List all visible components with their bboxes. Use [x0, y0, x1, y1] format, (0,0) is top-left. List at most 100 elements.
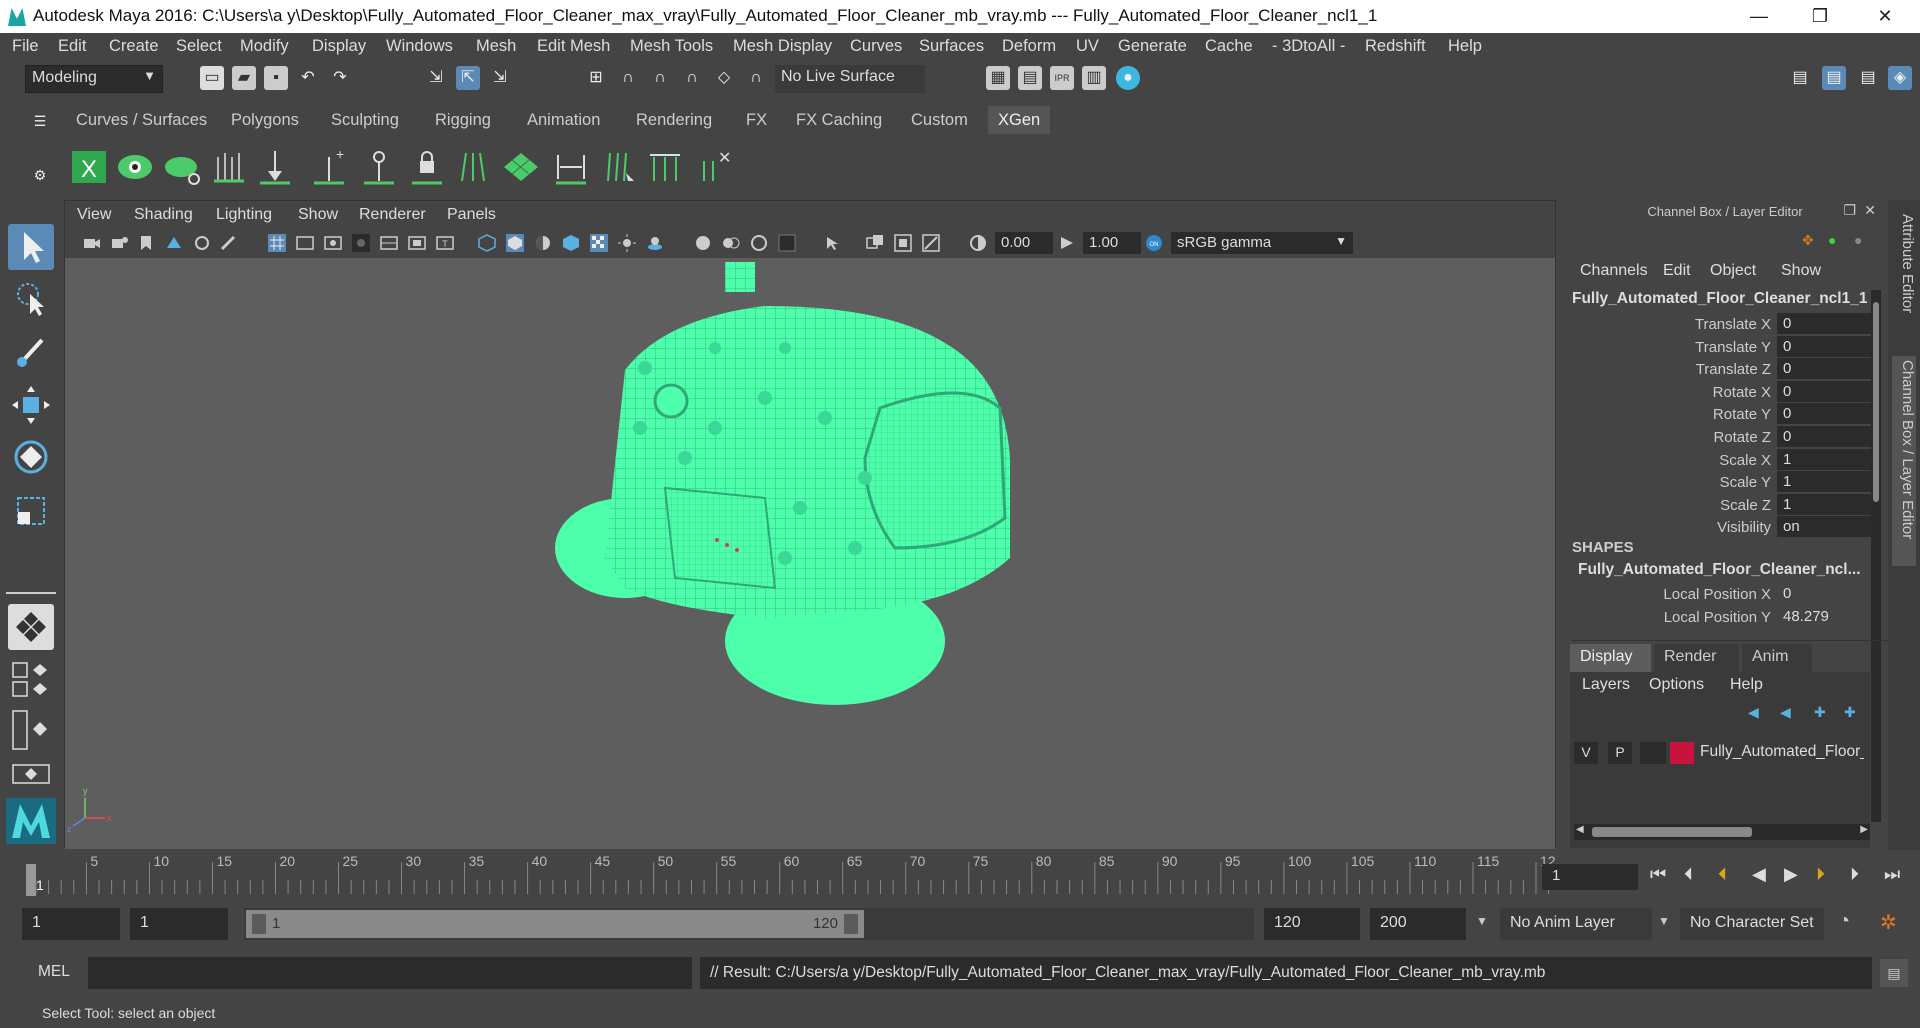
- guide-spread-icon[interactable]: [454, 147, 492, 187]
- scale-tool-icon[interactable]: [8, 488, 54, 534]
- range-bar[interactable]: 1 120: [244, 908, 1254, 940]
- attr-value-field[interactable]: 48.279: [1777, 606, 1871, 627]
- menu-deform[interactable]: Deform: [1002, 37, 1056, 56]
- color-management-icon[interactable]: ON: [1145, 234, 1163, 252]
- menu-modify[interactable]: Modify: [240, 37, 289, 56]
- attr-value-field[interactable]: 1: [1777, 471, 1871, 493]
- command-input[interactable]: [88, 957, 692, 989]
- auto-key-icon[interactable]: ◔: [1838, 910, 1850, 933]
- default-material-icon[interactable]: [534, 234, 552, 252]
- playback-end-field[interactable]: 120: [1264, 908, 1360, 940]
- anti-aliasing-icon[interactable]: [750, 234, 768, 252]
- play-backwards-icon[interactable]: ◀: [1752, 864, 1766, 885]
- gate-mask-icon[interactable]: [352, 234, 370, 252]
- close-button[interactable]: ✕: [1862, 2, 1908, 30]
- layer-playback-toggle[interactable]: P: [1608, 742, 1632, 764]
- layer-menu-options[interactable]: Options: [1649, 676, 1704, 694]
- safe-title-icon[interactable]: T: [436, 234, 454, 252]
- render-view-icon[interactable]: ▦: [986, 66, 1010, 90]
- grease-pencil-icon[interactable]: [219, 234, 237, 252]
- playback-start-field[interactable]: 1: [130, 908, 228, 940]
- step-forward-frame-icon[interactable]: ⏵: [1850, 864, 1859, 885]
- script-language-toggle[interactable]: MEL: [38, 963, 70, 981]
- layer-name[interactable]: Fully_Automated_Floor_C: [1700, 743, 1864, 761]
- shape-attr-row[interactable]: Local Position X 0: [1566, 583, 1871, 605]
- anim-layer-dropdown[interactable]: No Anim Layer: [1500, 908, 1652, 940]
- attr-row[interactable]: Rotate Y 0: [1566, 403, 1871, 425]
- exposure-field[interactable]: 0.00: [995, 232, 1053, 254]
- tab-curves-surfaces[interactable]: Curves / Surfaces: [66, 106, 217, 134]
- tab-animation[interactable]: Animation: [517, 106, 610, 134]
- gear-icon[interactable]: ⚙: [28, 163, 52, 187]
- go-to-start-icon[interactable]: ⏮: [1650, 864, 1666, 885]
- redo-icon[interactable]: ↷: [328, 66, 352, 90]
- menu-redshift[interactable]: Redshift: [1365, 37, 1426, 56]
- attr-row[interactable]: Translate Z 0: [1566, 358, 1871, 380]
- lasso-tool-icon[interactable]: [8, 276, 54, 322]
- tab-fx[interactable]: FX: [736, 106, 777, 134]
- menu-mesh[interactable]: Mesh: [476, 37, 516, 56]
- persp-graph-layout-icon[interactable]: [12, 764, 50, 784]
- tab-display[interactable]: Display: [1570, 644, 1651, 672]
- menu-display[interactable]: Display: [312, 37, 366, 56]
- chevron-down-icon[interactable]: ▼: [1658, 914, 1670, 928]
- shelf-menu-icon[interactable]: ☰: [28, 109, 52, 133]
- eye-icon[interactable]: [116, 147, 154, 187]
- camera-attributes-icon[interactable]: [111, 234, 129, 252]
- bookmark-icon[interactable]: [137, 234, 155, 252]
- end-time-field[interactable]: 200: [1370, 908, 1466, 940]
- tab-attribute-editor[interactable]: Attribute Editor: [1892, 214, 1916, 313]
- key-icon[interactable]: ✥: [1802, 232, 1814, 249]
- attr-row[interactable]: Translate Y 0: [1566, 335, 1871, 358]
- attr-value-field[interactable]: 0: [1777, 426, 1871, 447]
- menu-3dtoall[interactable]: - 3DtoAll -: [1272, 37, 1345, 56]
- hide-channel-icon[interactable]: ●: [1854, 232, 1862, 248]
- floor-cleaner-mesh[interactable]: y x z: [65, 258, 1557, 849]
- xray-icon[interactable]: [866, 234, 884, 252]
- single-view-layout-icon[interactable]: [8, 604, 54, 650]
- menu-help[interactable]: Help: [1448, 37, 1482, 56]
- channel-box-toggle-icon[interactable]: ▤: [1822, 66, 1846, 90]
- isolate-select-icon[interactable]: [824, 234, 842, 252]
- rotate-tool-icon[interactable]: [8, 434, 54, 480]
- tab-channel-box-layer-editor[interactable]: Channel Box / Layer Editor: [1892, 356, 1916, 566]
- four-view-layout-icon[interactable]: [12, 662, 50, 698]
- attr-value-field[interactable]: 1: [1777, 448, 1871, 470]
- new-scene-icon[interactable]: ▭: [200, 66, 224, 90]
- maximize-button[interactable]: ❐: [1797, 2, 1843, 30]
- channel-box-scrollbar[interactable]: [1871, 290, 1881, 822]
- gamma-field[interactable]: 1.00: [1083, 232, 1141, 254]
- start-time-field[interactable]: 1: [22, 908, 120, 940]
- tab-anim[interactable]: Anim: [1742, 644, 1812, 672]
- attr-value-field[interactable]: 0: [1777, 403, 1871, 425]
- depth-of-field-icon[interactable]: [778, 234, 796, 252]
- time-slider[interactable]: 1 5 10 15 20 25 30 35 40 45 50 55 60 65 70 75 80 85 90 95 10…: [0, 850, 1920, 898]
- tab-render[interactable]: Render: [1654, 644, 1739, 672]
- cb-menu-channels[interactable]: Channels: [1580, 262, 1648, 280]
- image-plane-icon[interactable]: [165, 234, 183, 252]
- character-set-dropdown[interactable]: No Character Set: [1680, 908, 1824, 940]
- menu-file[interactable]: File: [12, 37, 39, 56]
- select-tool-icon[interactable]: [8, 224, 54, 270]
- layer-row[interactable]: V P Fully_Automated_Floor_C: [1574, 740, 1864, 766]
- attr-row[interactable]: Scale Z 1: [1566, 493, 1871, 516]
- field-chart-icon[interactable]: [380, 234, 398, 252]
- camera-icon[interactable]: [83, 234, 101, 252]
- outliner-layout-icon[interactable]: [12, 710, 50, 750]
- menu-edit[interactable]: Edit: [58, 37, 86, 56]
- cb-menu-edit[interactable]: Edit: [1663, 262, 1691, 280]
- move-layer-down-icon[interactable]: ◀: [1780, 704, 1791, 721]
- attr-row[interactable]: Rotate Z 0: [1566, 426, 1871, 448]
- move-tool-icon[interactable]: [8, 382, 54, 428]
- gamma-icon[interactable]: [1058, 234, 1076, 252]
- vp-menu-view[interactable]: View: [77, 206, 111, 224]
- shape-name[interactable]: Fully_Automated_Floor_Cleaner_ncl...: [1578, 561, 1863, 579]
- resolution-gate-icon[interactable]: [324, 234, 342, 252]
- shape-attr-row[interactable]: Local Position Y 48.279: [1566, 606, 1871, 628]
- menu-set-dropdown[interactable]: Modeling ▼: [25, 65, 163, 93]
- attr-row[interactable]: Scale X 1: [1566, 448, 1871, 471]
- film-gate-icon[interactable]: [296, 234, 314, 252]
- minimize-button[interactable]: —: [1736, 2, 1782, 30]
- menu-mesh-display[interactable]: Mesh Display: [733, 37, 832, 56]
- attr-value-field[interactable]: 0: [1777, 358, 1871, 380]
